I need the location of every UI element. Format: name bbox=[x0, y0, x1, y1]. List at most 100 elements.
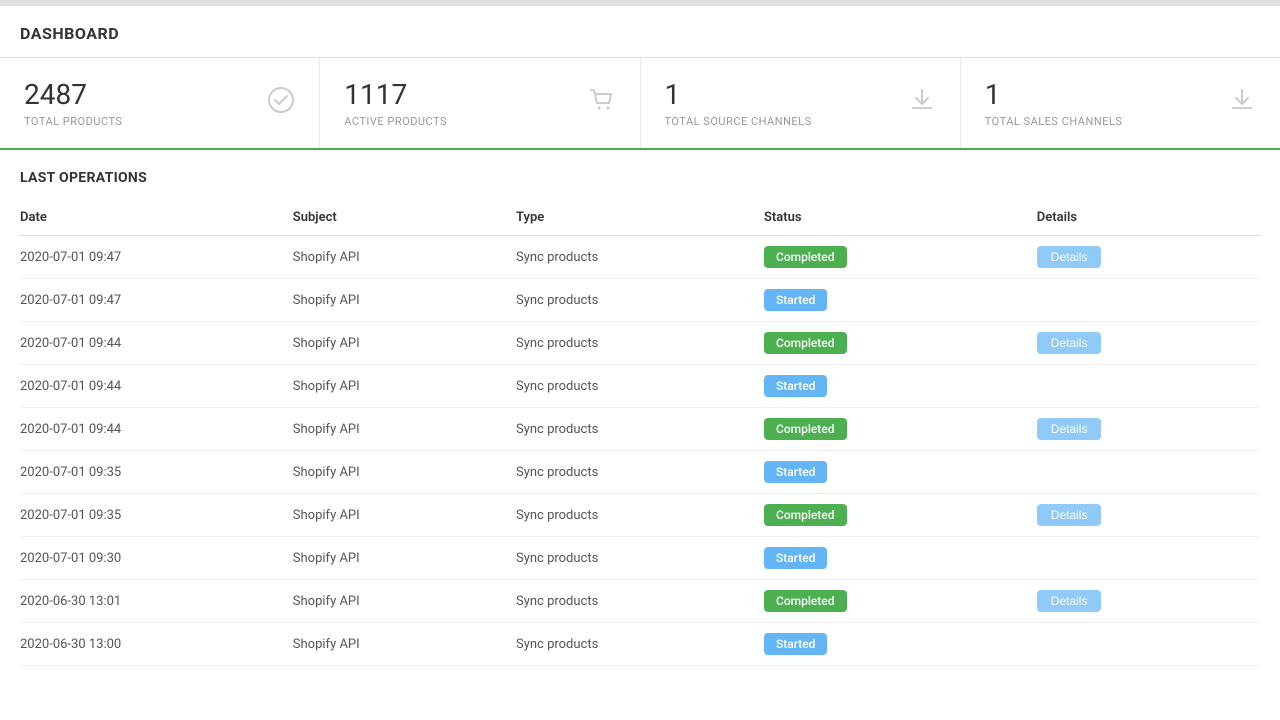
stat-number-total-sales-channels: 1 bbox=[985, 78, 1123, 111]
stat-number-total-source-channels: 1 bbox=[665, 78, 812, 111]
cell-type: Sync products bbox=[516, 451, 764, 494]
stat-label-active-products: ACTIVE PRODUCTS bbox=[344, 115, 447, 128]
cell-date: 2020-06-30 13:01 bbox=[20, 580, 293, 623]
col-header-type: Type bbox=[516, 202, 764, 236]
cell-details bbox=[1037, 623, 1260, 666]
stat-label-total-source-channels: TOTAL SOURCE CHANNELS bbox=[665, 115, 812, 128]
cell-type: Sync products bbox=[516, 494, 764, 537]
details-button[interactable]: Details bbox=[1037, 332, 1102, 354]
cell-type: Sync products bbox=[516, 580, 764, 623]
stat-text-active-products: 1117 ACTIVE PRODUCTS bbox=[344, 78, 447, 128]
cell-status: Started bbox=[764, 623, 1037, 666]
table-row: 2020-07-01 09:35 Shopify API Sync produc… bbox=[20, 451, 1260, 494]
status-badge: Started bbox=[764, 375, 827, 397]
cell-date: 2020-07-01 09:44 bbox=[20, 322, 293, 365]
cell-status: Completed bbox=[764, 408, 1037, 451]
col-header-details: Details bbox=[1037, 202, 1260, 236]
cell-status: Started bbox=[764, 279, 1037, 322]
cell-status: Completed bbox=[764, 494, 1037, 537]
page-title: DASHBOARD bbox=[20, 24, 1260, 43]
table-row: 2020-07-01 09:44 Shopify API Sync produc… bbox=[20, 365, 1260, 408]
operations-table: Date Subject Type Status Details 2020-07… bbox=[20, 202, 1260, 666]
stat-label-total-products: TOTAL PRODUCTS bbox=[24, 115, 122, 128]
cell-status: Completed bbox=[764, 322, 1037, 365]
header: DASHBOARD bbox=[0, 6, 1280, 58]
details-button[interactable]: Details bbox=[1037, 504, 1102, 526]
table-row: 2020-07-01 09:44 Shopify API Sync produc… bbox=[20, 408, 1260, 451]
cell-details bbox=[1037, 537, 1260, 580]
status-badge: Completed bbox=[764, 246, 847, 268]
stat-card-active-products: 1117 ACTIVE PRODUCTS bbox=[320, 58, 640, 148]
table-header-row: Date Subject Type Status Details bbox=[20, 202, 1260, 236]
status-badge: Completed bbox=[764, 504, 847, 526]
cell-details: Details bbox=[1037, 580, 1260, 623]
section-title-last-operations: LAST OPERATIONS bbox=[20, 170, 1260, 186]
stat-card-total-products: 2487 TOTAL PRODUCTS bbox=[0, 58, 320, 148]
cell-type: Sync products bbox=[516, 623, 764, 666]
col-header-subject: Subject bbox=[293, 202, 516, 236]
sales-icon bbox=[1228, 86, 1256, 121]
cell-status: Started bbox=[764, 537, 1037, 580]
stat-text-total-source-channels: 1 TOTAL SOURCE CHANNELS bbox=[665, 78, 812, 128]
cell-type: Sync products bbox=[516, 236, 764, 279]
stats-row: 2487 TOTAL PRODUCTS 1117 ACTIVE PRODUCTS bbox=[0, 58, 1280, 150]
cell-date: 2020-07-01 09:47 bbox=[20, 279, 293, 322]
stat-text-total-products: 2487 TOTAL PRODUCTS bbox=[24, 78, 122, 128]
cart-icon bbox=[588, 86, 616, 120]
download-icon bbox=[908, 86, 936, 121]
cell-subject: Shopify API bbox=[293, 623, 516, 666]
cell-details: Details bbox=[1037, 408, 1260, 451]
stat-text-total-sales-channels: 1 TOTAL SALES CHANNELS bbox=[985, 78, 1123, 128]
cell-details bbox=[1037, 451, 1260, 494]
stat-label-total-sales-channels: TOTAL SALES CHANNELS bbox=[985, 115, 1123, 128]
col-header-status: Status bbox=[764, 202, 1037, 236]
cell-status: Started bbox=[764, 365, 1037, 408]
cell-date: 2020-07-01 09:35 bbox=[20, 494, 293, 537]
status-badge: Started bbox=[764, 633, 827, 655]
cell-date: 2020-07-01 09:44 bbox=[20, 408, 293, 451]
stat-number-total-products: 2487 bbox=[24, 78, 122, 111]
cell-subject: Shopify API bbox=[293, 494, 516, 537]
table-row: 2020-07-01 09:35 Shopify API Sync produc… bbox=[20, 494, 1260, 537]
cell-details: Details bbox=[1037, 322, 1260, 365]
cell-subject: Shopify API bbox=[293, 451, 516, 494]
cell-subject: Shopify API bbox=[293, 537, 516, 580]
stat-number-active-products: 1117 bbox=[344, 78, 447, 111]
table-row: 2020-06-30 13:01 Shopify API Sync produc… bbox=[20, 580, 1260, 623]
status-badge: Completed bbox=[764, 590, 847, 612]
table-row: 2020-07-01 09:47 Shopify API Sync produc… bbox=[20, 279, 1260, 322]
table-row: 2020-07-01 09:44 Shopify API Sync produc… bbox=[20, 322, 1260, 365]
last-operations-section: LAST OPERATIONS Date Subject Type Status… bbox=[0, 150, 1280, 666]
cell-date: 2020-07-01 09:30 bbox=[20, 537, 293, 580]
check-circle-icon bbox=[267, 86, 295, 121]
cell-details bbox=[1037, 365, 1260, 408]
cell-subject: Shopify API bbox=[293, 322, 516, 365]
details-button[interactable]: Details bbox=[1037, 418, 1102, 440]
stat-card-total-sales-channels: 1 TOTAL SALES CHANNELS bbox=[961, 58, 1280, 148]
cell-date: 2020-07-01 09:35 bbox=[20, 451, 293, 494]
cell-type: Sync products bbox=[516, 279, 764, 322]
table-row: 2020-06-30 13:00 Shopify API Sync produc… bbox=[20, 623, 1260, 666]
cell-type: Sync products bbox=[516, 537, 764, 580]
cell-details: Details bbox=[1037, 236, 1260, 279]
details-button[interactable]: Details bbox=[1037, 590, 1102, 612]
cell-date: 2020-07-01 09:47 bbox=[20, 236, 293, 279]
cell-details bbox=[1037, 279, 1260, 322]
cell-details: Details bbox=[1037, 494, 1260, 537]
cell-status: Completed bbox=[764, 580, 1037, 623]
cell-subject: Shopify API bbox=[293, 236, 516, 279]
table-row: 2020-07-01 09:30 Shopify API Sync produc… bbox=[20, 537, 1260, 580]
col-header-date: Date bbox=[20, 202, 293, 236]
cell-subject: Shopify API bbox=[293, 408, 516, 451]
page-wrapper: DASHBOARD 2487 TOTAL PRODUCTS 1117 ACTIV… bbox=[0, 0, 1280, 720]
cell-type: Sync products bbox=[516, 408, 764, 451]
status-badge: Started bbox=[764, 461, 827, 483]
table-row: 2020-07-01 09:47 Shopify API Sync produc… bbox=[20, 236, 1260, 279]
status-badge: Started bbox=[764, 289, 827, 311]
cell-status: Started bbox=[764, 451, 1037, 494]
cell-status: Completed bbox=[764, 236, 1037, 279]
cell-date: 2020-06-30 13:00 bbox=[20, 623, 293, 666]
status-badge: Started bbox=[764, 547, 827, 569]
details-button[interactable]: Details bbox=[1037, 246, 1102, 268]
status-badge: Completed bbox=[764, 418, 847, 440]
